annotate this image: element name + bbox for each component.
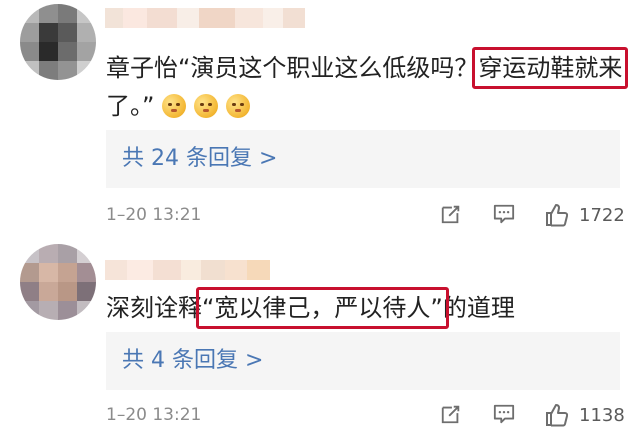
comment-text: 章子怡“演员这个职业这么低级吗？穿运动鞋就来 <box>106 47 629 89</box>
username-redacted[interactable] <box>105 8 305 28</box>
comment-text-suffix: 的道理 <box>442 294 515 322</box>
comment-item: 章子怡“演员这个职业这么低级吗？穿运动鞋就来 了。” 共 24 条回复 > 1–… <box>0 0 643 232</box>
view-replies-button[interactable]: 共 4 条回复 > <box>106 332 620 390</box>
comment-text-line2: 了。” <box>106 88 251 124</box>
comment-text-end: 了。” <box>106 92 155 120</box>
avatar[interactable] <box>20 4 96 80</box>
view-replies-button[interactable]: 共 24 条回复 > <box>106 130 620 188</box>
timestamp: 1–20 13:21 <box>106 205 202 225</box>
comment-text: 深刻诠释“宽以律己，严以待人”的道理 <box>106 287 515 329</box>
comment-text-prefix: 深刻诠释 <box>106 294 202 322</box>
like-count: 1138 <box>579 405 625 426</box>
timestamp: 1–20 13:21 <box>106 405 202 425</box>
share-icon[interactable] <box>440 403 462 425</box>
shush-face-emoji <box>194 94 219 118</box>
avatar-pixelated <box>20 4 96 80</box>
thumbs-up-icon[interactable] <box>545 403 569 427</box>
share-icon[interactable] <box>440 203 462 225</box>
comment-item: 深刻诠释“宽以律己，严以待人”的道理 共 4 条回复 > 1–20 13:21 … <box>0 240 643 433</box>
comment-icon[interactable] <box>493 203 515 225</box>
thumbs-up-icon[interactable] <box>545 203 569 227</box>
avatar-pixelated <box>20 244 96 320</box>
shush-face-emoji <box>226 94 251 118</box>
highlighted-phrase: “宽以律己，严以待人” <box>196 287 449 329</box>
comment-icon[interactable] <box>493 403 515 425</box>
shush-face-emoji <box>162 94 187 118</box>
avatar[interactable] <box>20 244 96 320</box>
username-redacted[interactable] <box>105 260 270 280</box>
like-count: 1722 <box>579 205 625 226</box>
highlighted-phrase: 穿运动鞋就来 <box>472 47 629 89</box>
comment-text-prefix: 章子怡“演员这个职业这么低级吗？ <box>106 54 479 82</box>
